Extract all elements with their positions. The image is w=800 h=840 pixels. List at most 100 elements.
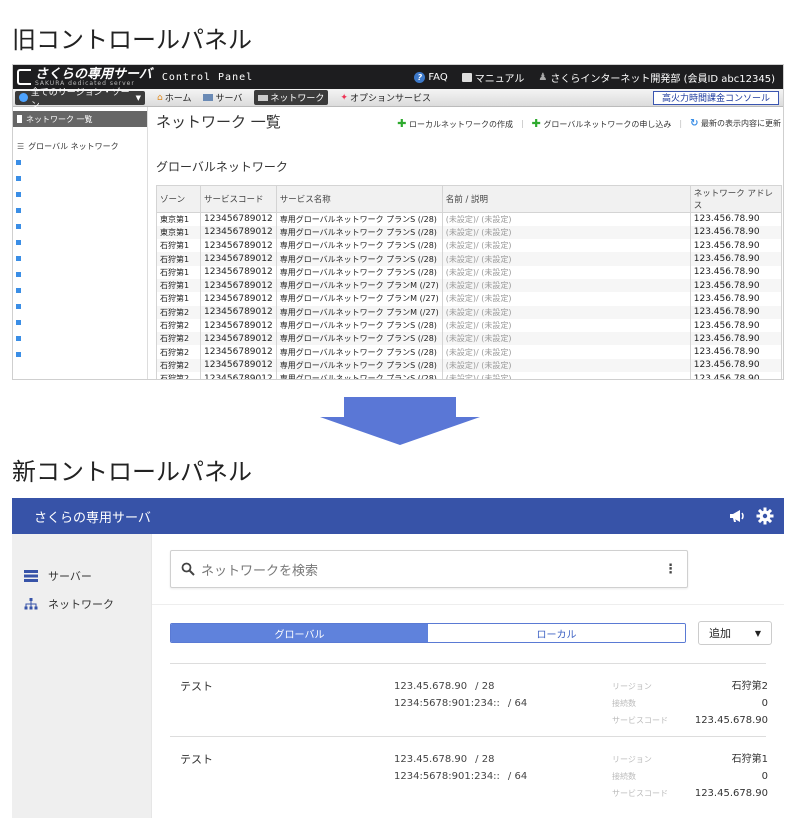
table-cell: 123.456.78.90 xyxy=(689,225,783,240)
table-row[interactable]: 石狩第1 123456789012 専用グローバルネットワーク プランM (/27)… xyxy=(156,278,783,293)
table-cell: 専用グローバルネットワーク プランS (/28) xyxy=(275,332,443,346)
table-row[interactable]: 石狩第1 123456789012 専用グローバルネットワーク プランM (/27)… xyxy=(156,292,783,306)
table-cell: 123.456.78.90 xyxy=(689,358,783,373)
network-tree-icon xyxy=(24,598,38,610)
table-cell: 専用グローバルネットワーク プランS (/28) xyxy=(275,318,443,333)
faq-link[interactable]: ? FAQ xyxy=(414,71,448,83)
table-cell: 専用グローバルネットワーク プランS (/28) xyxy=(275,225,443,240)
network-addresses: 123.45.678.90 / 28 1234:5678:901:234::/ 64 xyxy=(394,678,527,712)
nav-home[interactable]: ⌂ ホーム xyxy=(157,91,191,105)
gpu-console-button[interactable]: 高火力時間課金コンソール xyxy=(652,90,779,105)
user-account-link[interactable]: ♟ さくらインターネット開発部 (会員ID abc12345) xyxy=(538,70,775,85)
tab-global[interactable]: グローバル xyxy=(171,624,428,642)
tree-node-icon[interactable] xyxy=(16,256,21,261)
table-row[interactable]: 石狩第2 123456789012 専用グローバルネットワーク プランS (/28)… xyxy=(156,358,783,373)
ipv4-prefix: / 28 xyxy=(475,754,495,765)
tree-node-icon[interactable] xyxy=(16,336,21,341)
table-cell: 専用グローバルネットワーク プランS (/28) xyxy=(275,252,443,266)
region-select[interactable]: 全てのリージョン・ゾーン ▼ xyxy=(15,88,145,111)
more-vert-icon[interactable]: ⋮ xyxy=(664,562,677,577)
table-cell: 123.456.78.90 xyxy=(689,265,783,279)
table-cell: (未設定)/ (未設定) xyxy=(441,252,691,266)
table-row[interactable]: 東京第1 123456789012 専用グローバルネットワーク プランS (/28)… xyxy=(156,212,783,226)
sidebar-item-servers[interactable]: サーバー xyxy=(12,562,151,590)
tree-node-icon[interactable] xyxy=(16,320,21,325)
table-cell: 123.456.78.90 xyxy=(689,372,783,379)
list-item[interactable]: テスト 123.45.678.90/ 28 1234:5678:901:234:: /… xyxy=(170,663,768,736)
column-header[interactable]: サービスコード xyxy=(200,185,277,213)
table-cell: 専用グローバルネットワーク プランS (/28) xyxy=(275,372,443,379)
network-search-input[interactable]: ネットワークを検索 ⋮ xyxy=(170,550,688,588)
network-meta: リージョン 石狩第1 接続数 0 サービスコード 123.45.678.90 xyxy=(612,751,768,802)
tab-local[interactable]: ローカル xyxy=(428,624,685,642)
table-cell: 石狩第1 xyxy=(156,278,201,293)
tree-node-icon[interactable] xyxy=(16,288,21,293)
old-main: ネットワーク 一覧 ✚ ローカルネットワークの作成 | ✚ グローバルネットワー… xyxy=(148,107,783,379)
plus-icon: ✚ xyxy=(397,117,407,130)
apply-global-network-link[interactable]: ✚ グローバルネットワークの申し込み xyxy=(532,117,672,130)
table-cell: 123456789012 xyxy=(200,372,277,379)
table-cell: 123.456.78.90 xyxy=(689,345,783,359)
tree-node-icon[interactable] xyxy=(16,304,21,309)
table-cell: 石狩第2 xyxy=(156,372,201,379)
nav-server[interactable]: サーバ xyxy=(203,91,242,104)
table-cell: 専用グローバルネットワーク プランM (/27) xyxy=(275,292,443,306)
refresh-link[interactable]: ↻ 最新の表示内容に更新 xyxy=(690,118,781,129)
tree-node-icon[interactable] xyxy=(16,208,21,213)
service-code-label: サービスコード xyxy=(612,789,668,798)
column-header[interactable]: ネットワーク アドレス xyxy=(689,185,783,213)
network-icon xyxy=(258,94,269,101)
column-header[interactable]: サービス名称 xyxy=(275,185,443,213)
table-row[interactable]: 石狩第2 123456789012 専用グローバルネットワーク プランS (/28)… xyxy=(156,345,783,359)
table-cell: 石狩第2 xyxy=(156,305,201,319)
tree-node-icon[interactable] xyxy=(16,160,21,165)
column-header[interactable]: ゾーン xyxy=(156,185,201,213)
gear-icon[interactable] xyxy=(756,507,774,525)
nav-option-services[interactable]: ✦ オプションサービス xyxy=(340,91,431,105)
old-nav-bar: 全てのリージョン・ゾーン ▼ ⌂ ホーム サーバ ネットワーク ✦ オプションサービ… xyxy=(13,88,783,111)
table-row[interactable]: 石狩第1 123456789012 専用グローバルネットワーク プランS (/28)… xyxy=(156,252,783,266)
create-local-network-link[interactable]: ✚ ローカルネットワークの作成 xyxy=(397,117,513,130)
table-cell: 石狩第1 xyxy=(156,252,201,266)
table-row[interactable]: 石狩第2 123456789012 専用グローバルネットワーク プランM (/27)… xyxy=(156,305,783,319)
sidebar-global-network[interactable]: ☰ グローバル ネットワーク xyxy=(17,141,143,152)
app-title[interactable]: さくらの専用サーバ xyxy=(34,507,151,526)
column-header[interactable]: 名前 / 説明 xyxy=(441,185,691,213)
table-row[interactable]: 石狩第1 123456789012 専用グローバルネットワーク プランS (/28)… xyxy=(156,265,783,279)
table-cell: 専用グローバルネットワーク プランM (/27) xyxy=(275,278,443,293)
table-cell: 石狩第2 xyxy=(156,345,201,359)
tree-node-icon[interactable] xyxy=(16,176,21,181)
table-cell: 123456789012 xyxy=(200,358,277,373)
table-cell: (未設定)/ (未設定) xyxy=(441,345,691,359)
tree-node-icon[interactable] xyxy=(16,240,21,245)
megaphone-icon[interactable] xyxy=(728,508,746,524)
list-item[interactable]: テスト 123.45.678.90/ 28 1234:5678:901:234:: /… xyxy=(170,736,768,809)
table-row[interactable]: 石狩第2 123456789012 専用グローバルネットワーク プランS (/28)… xyxy=(156,372,783,379)
table-cell: (未設定)/ (未設定) xyxy=(441,332,691,346)
caret-down-icon: ▼ xyxy=(754,628,761,638)
nav-network[interactable]: ネットワーク xyxy=(254,90,329,105)
table-row[interactable]: 石狩第2 123456789012 専用グローバルネットワーク プランS (/28)… xyxy=(156,332,783,346)
sidebar-network-list[interactable]: ネットワーク 一覧 xyxy=(13,111,147,127)
network-name: テスト xyxy=(180,753,213,766)
tree-node-icon[interactable] xyxy=(16,352,21,357)
table-cell: 123.456.78.90 xyxy=(689,278,783,293)
table-cell: (未設定)/ (未設定) xyxy=(441,358,691,373)
home-icon: ⌂ xyxy=(157,92,163,103)
table-row[interactable]: 石狩第1 123456789012 専用グローバルネットワーク プランS (/28)… xyxy=(156,239,783,253)
table-row[interactable]: 石狩第2 123456789012 専用グローバルネットワーク プランS (/28)… xyxy=(156,318,783,333)
network-type-tabs: グローバル ローカル xyxy=(170,623,686,643)
sidebar-item-network[interactable]: ネットワーク xyxy=(12,590,151,618)
table-row[interactable]: 東京第1 123456789012 専用グローバルネットワーク プランS (/28)… xyxy=(156,225,783,240)
table-cell: (未設定)/ (未設定) xyxy=(441,278,691,293)
manual-link[interactable]: マニュアル xyxy=(461,70,524,85)
add-dropdown-button[interactable]: 追加 ▼ xyxy=(698,621,772,645)
tree-node-icon[interactable] xyxy=(16,272,21,277)
tree-node-icon[interactable] xyxy=(16,224,21,229)
table-cell: 東京第1 xyxy=(156,212,201,226)
tree-node-icon[interactable] xyxy=(16,192,21,197)
global-network-table: ゾーン サービスコード サービス名称 名前 / 説明 ネットワーク アドレス 東… xyxy=(156,185,783,379)
search-placeholder: ネットワークを検索 xyxy=(201,563,319,579)
connections-value: 0 xyxy=(761,698,768,709)
user-icon: ♟ xyxy=(538,71,548,83)
